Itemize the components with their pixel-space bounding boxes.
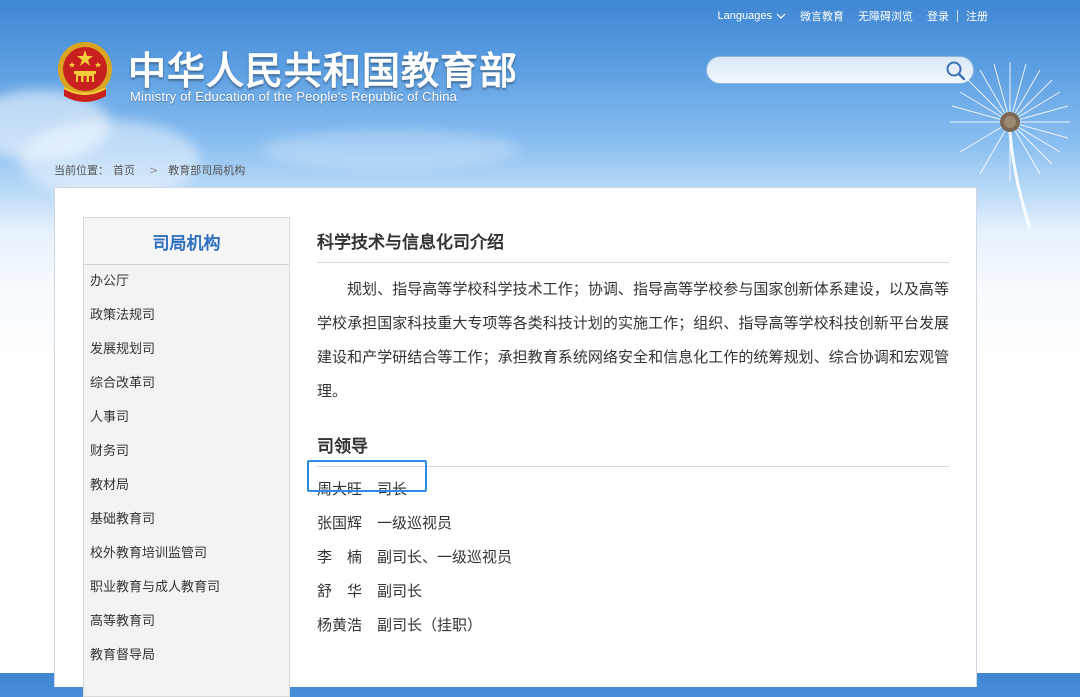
sidebar-item-higher-education[interactable]: 高等教育司	[84, 605, 289, 639]
sidebar-list: 办公厅 政策法规司 发展规划司 综合改革司 人事司 财务司 教材局 基础教育司 …	[84, 265, 289, 673]
breadcrumb: 当前位置： 首页 > 教育部司局机构	[54, 162, 249, 178]
highlight-box	[307, 460, 427, 492]
leader-title: 副司长、一级巡视员	[377, 548, 513, 566]
sidebar-title: 司局机构	[84, 218, 289, 265]
leader-name: 舒 华	[317, 582, 363, 600]
breadcrumb-prefix: 当前位置：	[54, 164, 109, 177]
leader-title: 一级巡视员	[377, 514, 453, 532]
breadcrumb-current[interactable]: 教育部司局机构	[168, 164, 245, 177]
breadcrumb-separator: >	[149, 164, 159, 177]
sidebar-item-general-office[interactable]: 办公厅	[84, 265, 289, 299]
sidebar: 司局机构 办公厅 政策法规司 发展规划司 综合改革司 人事司 财务司 教材局 基…	[83, 217, 290, 697]
sidebar-item-comprehensive-reform[interactable]: 综合改革司	[84, 367, 289, 401]
main-panel: 司局机构 办公厅 政策法规司 发展规划司 综合改革司 人事司 财务司 教材局 基…	[54, 187, 977, 697]
leader-title: 副司长	[377, 582, 423, 600]
divider	[957, 10, 958, 22]
sidebar-item-off-campus-training[interactable]: 校外教育培训监管司	[84, 537, 289, 571]
sidebar-item-development-planning[interactable]: 发展规划司	[84, 333, 289, 367]
sidebar-item-basic-education[interactable]: 基础教育司	[84, 503, 289, 537]
languages-dropdown[interactable]: Languages	[718, 10, 786, 22]
site-subtitle: Ministry of Education of the People's Re…	[130, 89, 458, 104]
intro-paragraph: 规划、指导高等学校科学技术工作；协调、指导高等学校参与国家创新体系建设，以及高等…	[317, 280, 949, 400]
leader-name: 李 楠	[317, 548, 363, 566]
leader-name: 张国辉	[317, 514, 363, 532]
search-input[interactable]	[719, 61, 943, 81]
leader-name: 杨黄浩	[317, 616, 363, 634]
leader-title: 副司长（挂职）	[377, 616, 483, 634]
leaders-list: 周大旺 司长 张国辉 一级巡视员 李 楠 副司长、一级巡视员 舒 华 副司长 杨…	[307, 460, 949, 642]
register-link[interactable]: 注册	[966, 8, 988, 24]
login-link[interactable]: 登录	[927, 8, 949, 24]
sidebar-item-textbook-bureau[interactable]: 教材局	[84, 469, 289, 503]
chevron-down-icon	[776, 13, 786, 19]
leader-row: 舒 华 副司长	[317, 574, 949, 608]
sidebar-item-finance[interactable]: 财务司	[84, 435, 289, 469]
accessibility-link[interactable]: 无障碍浏览	[858, 8, 913, 24]
section-title-intro: 科学技术与信息化司介绍	[317, 228, 949, 263]
leader-row: 杨黄浩 副司长（挂职）	[317, 608, 949, 642]
sidebar-item-personnel[interactable]: 人事司	[84, 401, 289, 435]
background-cloud	[260, 130, 520, 170]
weibo-link[interactable]: 微言教育	[800, 8, 844, 24]
site-title: 中华人民共和国教育部	[128, 49, 519, 93]
breadcrumb-home-link[interactable]: 首页	[113, 164, 135, 177]
sidebar-item-vocational-education[interactable]: 职业教育与成人教育司	[84, 571, 289, 605]
sidebar-item-education-inspection[interactable]: 教育督导局	[84, 639, 289, 673]
top-links-bar: Languages 微言教育 无障碍浏览 登录 注册	[718, 8, 988, 24]
national-emblem-icon	[58, 42, 112, 102]
languages-label: Languages	[717, 10, 772, 22]
leader-row: 李 楠 副司长、一级巡视员	[317, 540, 949, 574]
sidebar-item-policy-law[interactable]: 政策法规司	[84, 299, 289, 333]
leader-row: 张国辉 一级巡视员	[317, 506, 949, 540]
